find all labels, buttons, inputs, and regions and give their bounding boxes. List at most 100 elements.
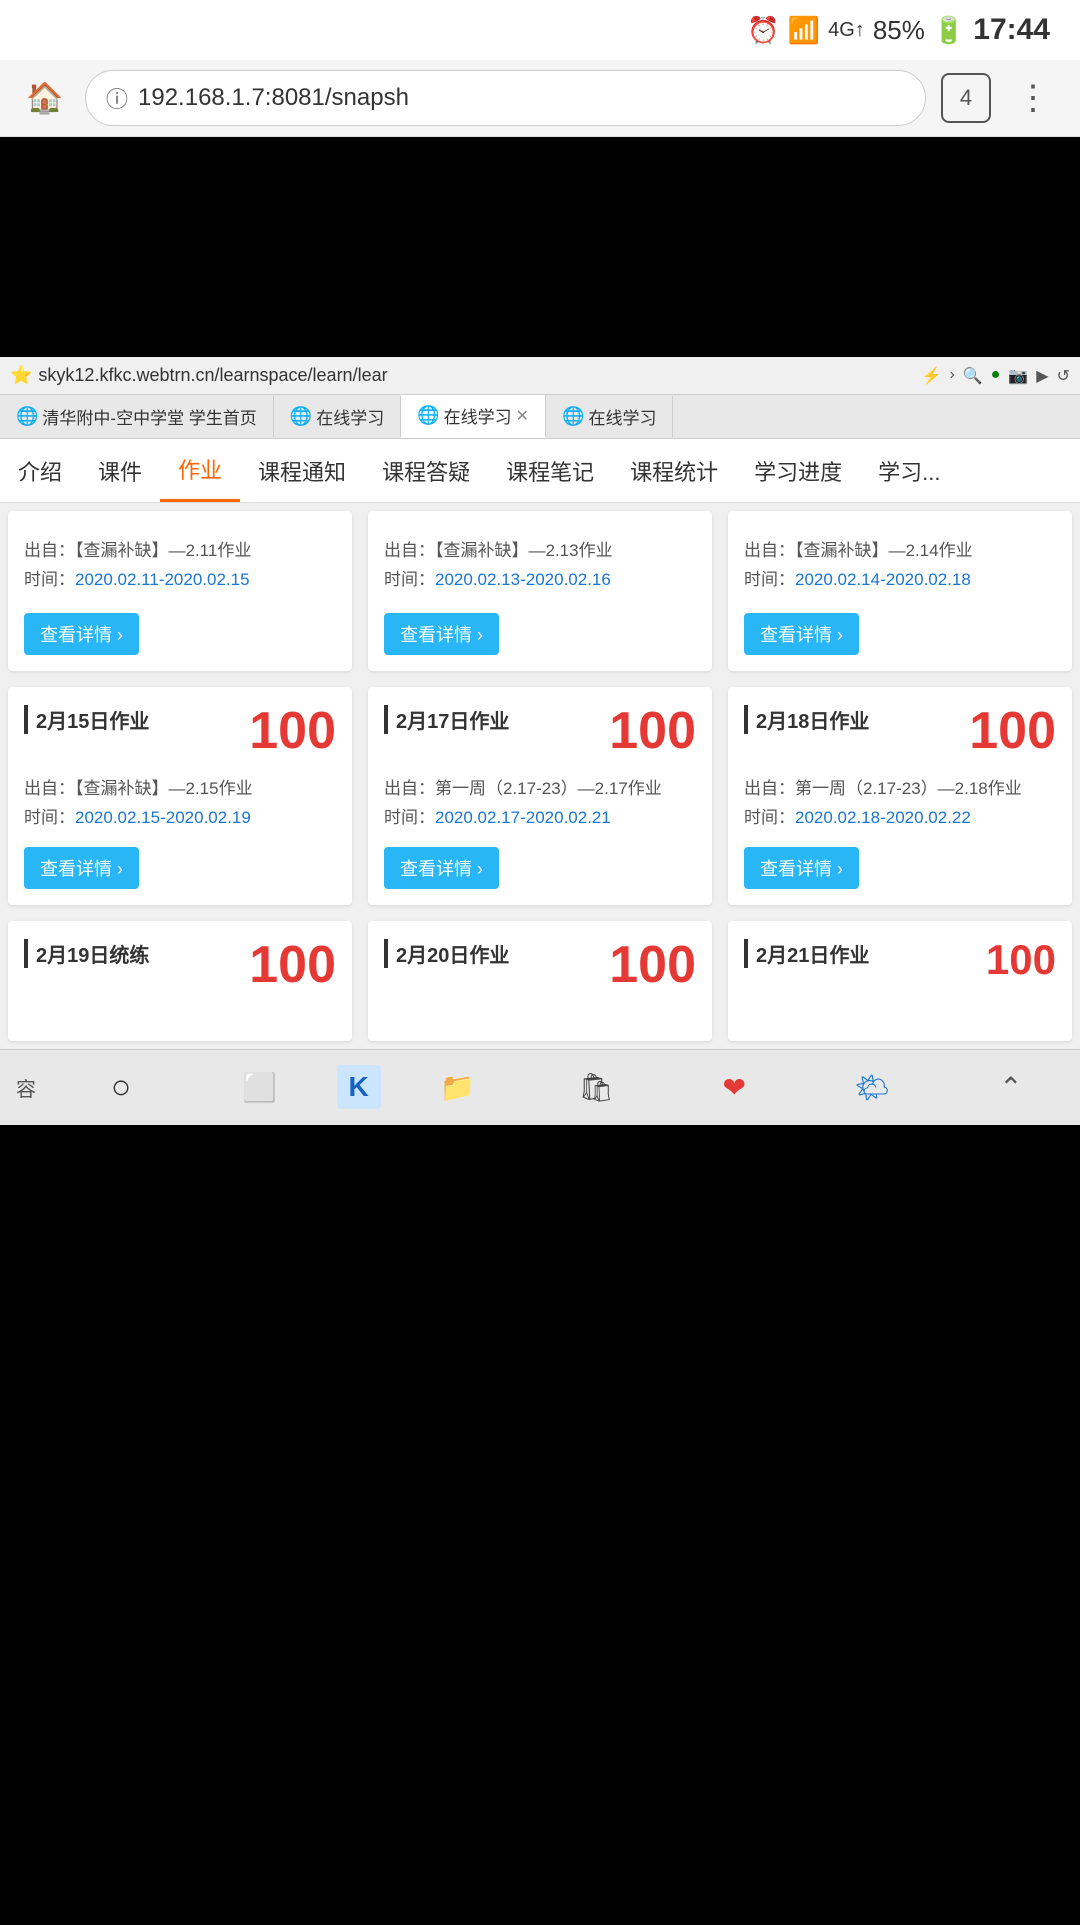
battery-icon: 🔋 <box>933 15 965 46</box>
play-icon[interactable]: ▶ <box>1036 366 1048 386</box>
card-3-header: 2月15日作业 100 <box>24 705 336 757</box>
browser-toolbar: 🏠 ⓘ 192.168.1.7:8081/snapsh 4 ⋮ <box>0 60 1080 136</box>
inner-tab-online1[interactable]: 🌐 在线学习 <box>274 396 401 437</box>
tab-count-button[interactable]: 4 <box>941 73 991 123</box>
taskbar-weather-btn[interactable]: 🌤 <box>803 1063 941 1112</box>
refresh-icon[interactable]: ↺ <box>1057 366 1070 386</box>
nav-courseware[interactable]: 课件 <box>80 441 160 501</box>
card-4-time: 时间：2020.02.17-2020.02.21 <box>384 804 696 833</box>
taskbar-content: 容 <box>0 1073 52 1102</box>
homework-card-6: 2月19日统练 100 <box>8 921 352 1041</box>
info-icon: ⓘ <box>106 82 128 114</box>
card-1-info: 出自：【查漏补缺】—2.13作业 时间：2020.02.13-2020.02.1… <box>384 537 696 595</box>
inner-search-icon[interactable]: 🔍 <box>963 366 983 386</box>
homework-card-1: 出自：【查漏补缺】—2.13作业 时间：2020.02.13-2020.02.1… <box>368 511 712 671</box>
homework-card-5: 2月18日作业 100 出自：第一周（2.17-23）—2.18作业 时间：20… <box>728 687 1072 905</box>
card-6-score: 100 <box>249 939 336 991</box>
tab-favicon-3: 🌐 <box>562 406 584 427</box>
tab-label-0: 清华附中-空中学堂 学生首页 <box>42 404 256 429</box>
clock: 17:44 <box>973 13 1050 47</box>
tab-label-1: 在线学习 <box>316 404 384 429</box>
taskbar-recent-btn[interactable]: ⬜ <box>190 1063 328 1112</box>
card-5-time: 时间：2020.02.18-2020.02.22 <box>744 804 1056 833</box>
card-3-score: 100 <box>249 705 336 757</box>
status-icons: ⏰ 📶 4G↑ 85% 🔋 17:44 <box>747 13 1050 47</box>
battery-percent: 85% <box>873 15 925 46</box>
inner-tab-online3[interactable]: 🌐 在线学习 <box>546 396 673 437</box>
wechat-icon[interactable]: ● <box>991 366 1001 386</box>
signal-icon: 4G↑ <box>828 19 865 42</box>
card-4-title: 2月17日作业 <box>384 705 509 734</box>
nav-progress[interactable]: 学习进度 <box>736 441 860 501</box>
card-4-score: 100 <box>609 705 696 757</box>
nav-notes[interactable]: 课程笔记 <box>488 441 612 501</box>
card-3-date: 2020.02.15-2020.02.19 <box>75 808 251 827</box>
card-6-header: 2月19日统练 100 <box>24 939 336 991</box>
card-5-title: 2月18日作业 <box>744 705 869 734</box>
card-4-date: 2020.02.17-2020.02.21 <box>435 808 611 827</box>
alarm-icon: ⏰ <box>747 15 779 46</box>
homework-card-7: 2月20日作业 100 <box>368 921 712 1041</box>
card-0-date: 2020.02.11-2020.02.15 <box>75 570 250 589</box>
browser-address-bar[interactable]: ⓘ 192.168.1.7:8081/snapsh <box>85 70 926 126</box>
card-0-detail-btn[interactable]: 查看详情 <box>24 613 139 655</box>
nav-homework[interactable]: 作业 <box>160 439 240 502</box>
inner-url[interactable]: skyk12.kfkc.webtrn.cn/learnspace/learn/l… <box>38 365 915 386</box>
card-1-time: 时间：2020.02.13-2020.02.16 <box>384 566 696 595</box>
taskbar: 容 ○ ⬜ K 📁 🛍 ❤ 🌤 ⌃ <box>0 1049 1080 1125</box>
card-5-header: 2月18日作业 100 <box>744 705 1056 757</box>
card-5-detail-btn[interactable]: 查看详情 <box>744 847 859 889</box>
course-nav: 介绍 课件 作业 课程通知 课程答疑 课程笔记 课程统计 学习进度 学习... <box>0 439 1080 503</box>
browser-menu-button[interactable]: ⋮ <box>1006 78 1060 118</box>
browser-home-button[interactable]: 🏠 <box>20 73 70 123</box>
card-1-date: 2020.02.13-2020.02.16 <box>435 570 611 589</box>
nav-qa[interactable]: 课程答疑 <box>364 441 488 501</box>
card-8-title: 2月21日作业 <box>744 939 869 968</box>
inner-favicon: ⭐ <box>10 365 32 386</box>
card-7-title: 2月20日作业 <box>384 939 509 968</box>
black-top-area <box>0 137 1080 357</box>
card-3-detail-btn[interactable]: 查看详情 <box>24 847 139 889</box>
inner-tab-online2[interactable]: 🌐 在线学习 ✕ <box>401 395 546 438</box>
taskbar-pocket-btn[interactable]: ❤ <box>665 1063 803 1112</box>
card-4-detail-btn[interactable]: 查看详情 <box>384 847 499 889</box>
taskbar-k-btn[interactable]: K <box>337 1065 381 1109</box>
nav-stats[interactable]: 课程统计 <box>612 441 736 501</box>
card-4-header: 2月17日作业 100 <box>384 705 696 757</box>
black-bottom-area <box>0 1125 1080 1925</box>
lightning-icon: ⚡ <box>922 366 942 386</box>
taskbar-home-btn[interactable]: ○ <box>52 1060 190 1115</box>
card-6-title: 2月19日统练 <box>24 939 149 968</box>
chevron-right-icon: › <box>949 366 954 386</box>
nav-more[interactable]: 学习... <box>860 441 958 501</box>
homework-card-8: 2月21日作业 100 <box>728 921 1072 1041</box>
card-7-score: 100 <box>609 939 696 991</box>
card-4-info: 出自：第一周（2.17-23）—2.17作业 时间：2020.02.17-202… <box>384 775 696 833</box>
inner-tabs-row: 🌐 清华附中-空中学堂 学生首页 🌐 在线学习 🌐 在线学习 ✕ 🌐 在线学习 <box>0 395 1080 439</box>
tab-close-icon[interactable]: ✕ <box>516 406 529 426</box>
taskbar-store-btn[interactable]: 🛍 <box>527 1063 665 1112</box>
homework-card-2: 出自：【查漏补缺】—2.14作业 时间：2020.02.14-2020.02.1… <box>728 511 1072 671</box>
camera-icon[interactable]: 📷 <box>1008 366 1028 386</box>
card-1-detail-btn[interactable]: 查看详情 <box>384 613 499 655</box>
card-2-detail-btn[interactable]: 查看详情 <box>744 613 859 655</box>
inner-tab-home[interactable]: 🌐 清华附中-空中学堂 学生首页 <box>0 396 274 437</box>
card-8-header: 2月21日作业 100 <box>744 939 1056 981</box>
inner-browser-window: ⭐ skyk12.kfkc.webtrn.cn/learnspace/learn… <box>0 357 1080 1125</box>
card-1-source: 出自：【查漏补缺】—2.13作业 <box>384 537 696 566</box>
nav-notice[interactable]: 课程通知 <box>240 441 364 501</box>
taskbar-files-btn[interactable]: 📁 <box>389 1063 527 1112</box>
card-2-source: 出自：【查漏补缺】—2.14作业 <box>744 537 1056 566</box>
tab-favicon-1: 🌐 <box>290 406 312 427</box>
nav-intro[interactable]: 介绍 <box>0 441 80 501</box>
card-8-score: 100 <box>986 939 1056 981</box>
card-3-time: 时间：2020.02.15-2020.02.19 <box>24 804 336 833</box>
address-text[interactable]: 192.168.1.7:8081/snapsh <box>138 84 409 112</box>
card-5-source: 出自：第一周（2.17-23）—2.18作业 <box>744 775 1056 804</box>
card-4-source: 出自：第一周（2.17-23）—2.17作业 <box>384 775 696 804</box>
tab-label-2: 在线学习 <box>444 403 512 428</box>
inner-address-bar: ⭐ skyk12.kfkc.webtrn.cn/learnspace/learn… <box>0 357 1080 395</box>
taskbar-expand-btn[interactable]: ⌃ <box>942 1063 1080 1112</box>
card-2-date: 2020.02.14-2020.02.18 <box>795 570 971 589</box>
card-3-source: 出自：【查漏补缺】—2.15作业 <box>24 775 336 804</box>
